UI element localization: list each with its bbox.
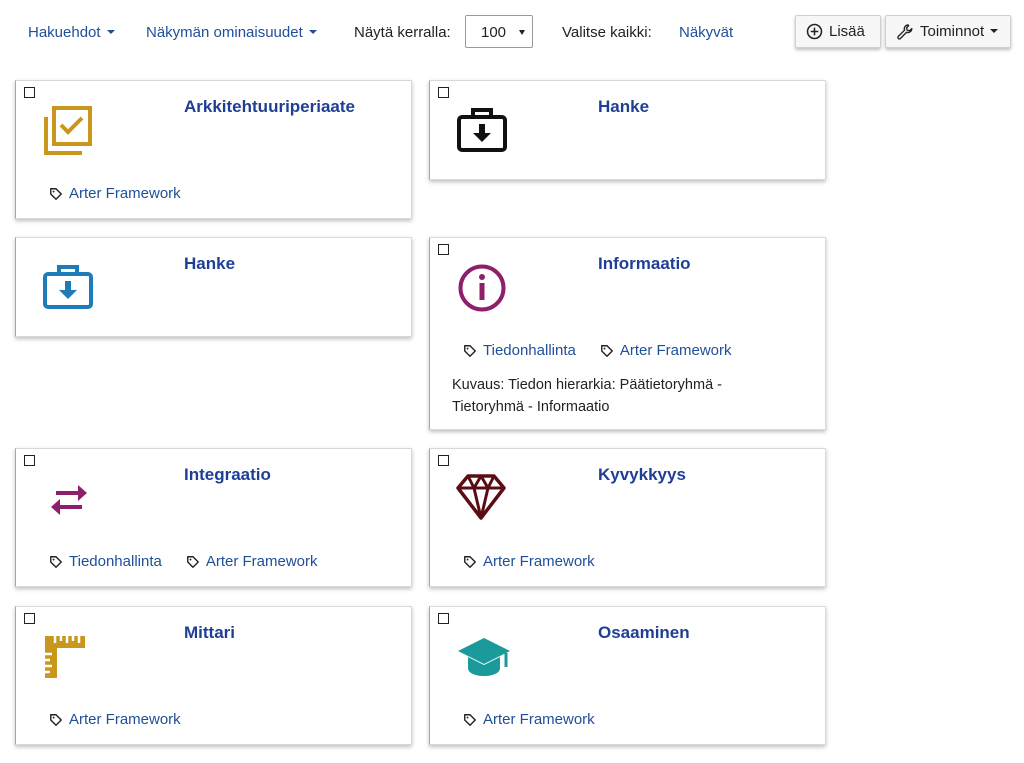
tag-icon	[50, 555, 62, 568]
card-title[interactable]: Hanke	[184, 254, 235, 274]
tag-icon	[464, 555, 476, 568]
card-tags: Arter Framework	[49, 711, 181, 728]
card-title[interactable]: Integraatio	[184, 465, 271, 485]
tag-icon	[464, 713, 476, 726]
card-title[interactable]: Kyvykkyys	[598, 465, 686, 485]
briefcase-download-icon	[457, 108, 507, 152]
card-osaaminen: Osaaminen Arter Framework	[429, 606, 826, 745]
card-integraatio: Integraatio Tiedonhallinta Arter Framewo…	[15, 448, 412, 587]
tag-icon	[600, 344, 613, 357]
card-informaatio: Informaatio Tiedonhallinta Arter Framewo…	[429, 237, 826, 430]
card-tags: Tiedonhallinta Arter Framework	[463, 342, 732, 359]
tag-link[interactable]: Arter Framework	[186, 553, 318, 570]
tag-icon	[50, 187, 62, 200]
tag-icon	[50, 713, 62, 726]
tag-icon	[186, 555, 199, 568]
show-at-once-label: Näytä kerralla:	[354, 24, 451, 41]
card-title[interactable]: Mittari	[184, 623, 235, 643]
actions-button[interactable]: Toiminnot	[885, 15, 1011, 48]
ruler-icon	[45, 636, 85, 678]
select-all-label: Valitse kaikki:	[562, 24, 652, 41]
card-title[interactable]: Informaatio	[598, 254, 691, 274]
caret-down-icon	[106, 30, 115, 35]
card-checkbox[interactable]	[438, 87, 449, 98]
card-checkbox[interactable]	[24, 455, 35, 466]
card-hanke: Hanke	[429, 80, 826, 180]
plus-circle-icon	[806, 23, 823, 40]
graduation-cap-icon	[458, 638, 510, 676]
card-title[interactable]: Arkkitehtuuriperiaate	[184, 97, 355, 117]
card-description: Kuvaus: Tiedon hierarkia: Päätietoryhmä …	[452, 377, 722, 415]
select-arrow-icon	[519, 30, 525, 35]
search-conditions-dropdown[interactable]: Hakuehdot	[28, 24, 115, 41]
view-properties-dropdown[interactable]: Näkymän ominaisuudet	[146, 24, 317, 41]
exchange-arrows-icon	[51, 485, 87, 515]
card-checkbox[interactable]	[24, 87, 35, 98]
card-title[interactable]: Hanke	[598, 97, 649, 117]
page-size-select[interactable]: 100	[465, 15, 533, 48]
card-checkbox[interactable]	[24, 613, 35, 624]
tag-link[interactable]: Arter Framework	[600, 342, 732, 359]
tag-link[interactable]: Arter Framework	[49, 711, 181, 728]
card-checkbox[interactable]	[438, 613, 449, 624]
wrench-icon	[897, 23, 913, 40]
card-checkbox[interactable]	[438, 455, 449, 466]
tag-link[interactable]: Arter Framework	[463, 553, 595, 570]
card-title[interactable]: Osaaminen	[598, 623, 690, 643]
tag-link[interactable]: Tiedonhallinta	[49, 553, 162, 570]
caret-down-icon	[990, 28, 999, 33]
diamond-icon	[456, 474, 506, 520]
briefcase-download-icon	[43, 265, 93, 309]
card-mittari: Mittari Arter Framework	[15, 606, 412, 745]
add-button[interactable]: Lisää	[795, 15, 881, 48]
checkbox-stack-icon	[44, 106, 92, 155]
card-checkbox[interactable]	[438, 244, 449, 255]
card-kyvykkyys: Kyvykkyys Arter Framework	[429, 448, 826, 587]
tag-link[interactable]: Arter Framework	[49, 185, 181, 202]
toolbar: Hakuehdot Näkymän ominaisuudet Näytä ker…	[0, 0, 1024, 64]
card-tags: Arter Framework	[463, 711, 595, 728]
card-tags: Arter Framework	[463, 553, 595, 570]
card-tags: Arter Framework	[49, 185, 181, 202]
tag-link[interactable]: Tiedonhallinta	[463, 342, 576, 359]
info-circle-icon	[458, 264, 506, 312]
card-tags: Tiedonhallinta Arter Framework	[49, 553, 318, 570]
tag-icon	[464, 344, 476, 357]
select-visible-link[interactable]: Näkyvät	[679, 24, 733, 41]
card-arkkitehtuuriperiaate: Arkkitehtuuriperiaate Arter Framework	[15, 80, 412, 219]
caret-down-icon	[308, 30, 317, 35]
page-size-value: 100	[481, 24, 507, 41]
card-hanke-2: Hanke	[15, 237, 412, 337]
tag-link[interactable]: Arter Framework	[463, 711, 595, 728]
